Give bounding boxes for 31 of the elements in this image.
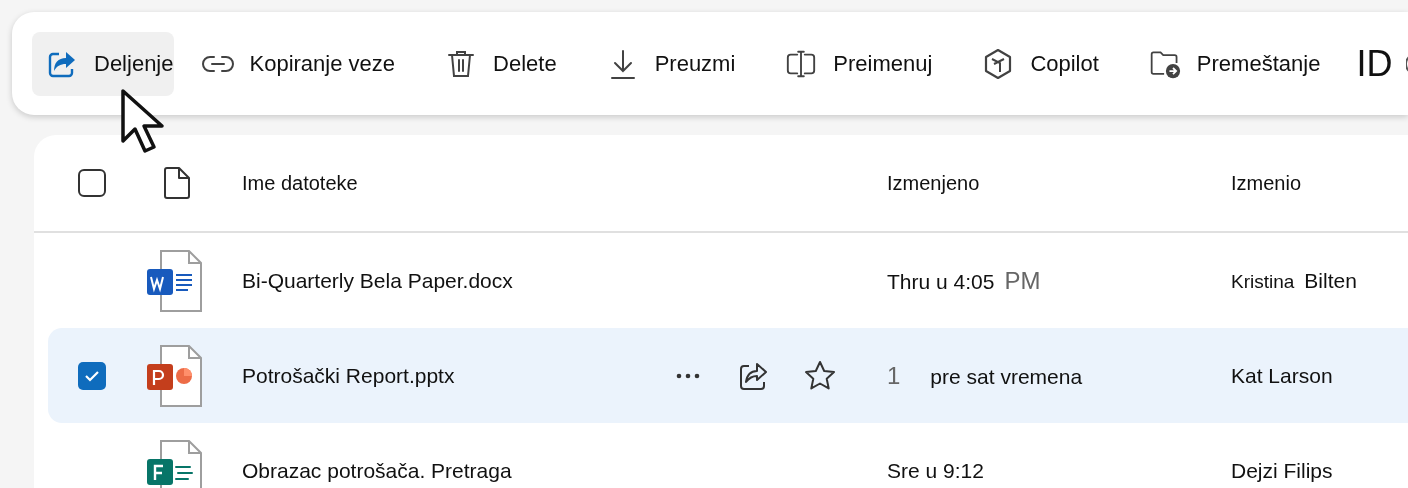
modified-time: PM (1004, 266, 1041, 295)
file-name[interactable]: Obrazac potrošača. Pretraga (242, 458, 512, 483)
file-row[interactable]: Obrazac potrošača. Pretraga Sre u 9:12 Dejzi Filips (34, 423, 1408, 488)
file-row[interactable]: Potrošački Report.pptx 1 pre sat vremena Kat Larson (48, 328, 1408, 423)
file-row[interactable]: Bi-Quarterly Bela Paper.docx Thru u 4:05 PM Kristina Bilten (34, 233, 1408, 328)
toolbar-button[interactable]: Deljenje (32, 31, 174, 96)
column-header[interactable]: Izmenjeno (887, 171, 1231, 195)
toolbar-button[interactable]: Copilot (968, 31, 1099, 96)
modified-by: Kat Larson (1231, 363, 1333, 388)
word-file-icon (145, 248, 203, 313)
powerpoint-file-icon (145, 343, 203, 408)
toolbar-button[interactable]: Delete (431, 31, 557, 96)
file-name[interactable]: Bi-Quarterly Bela Paper.docx (242, 268, 513, 293)
file-name[interactable]: Potrošački Report.pptx (242, 363, 455, 388)
modified-time: 1 (887, 361, 901, 390)
toolbar-button[interactable]: Premeštanje (1134, 31, 1321, 96)
toolbar-label: ID (1356, 42, 1393, 85)
modified-time: pre sat vremena (930, 364, 1083, 389)
modified-by: Bilten (1304, 268, 1357, 293)
toolbar-button[interactable]: Preuzmi (592, 31, 736, 96)
modified-by: Kristina (1231, 270, 1295, 293)
toolbar-button[interactable]: Kopiranje veze (187, 31, 396, 96)
modified-time: Sre u 9:12 (887, 458, 984, 483)
file-icon (163, 167, 191, 199)
select-all-checkbox[interactable] (78, 169, 106, 197)
modified-by: Dejzi Filips (1231, 458, 1333, 483)
toolbar-button[interactable]: Preimenuj (771, 31, 933, 96)
column-header[interactable]: Ime datoteke (242, 171, 358, 195)
row-checkbox[interactable] (78, 361, 106, 390)
modified-time: Thru u 4:05 (887, 269, 995, 294)
column-header[interactable]: Izmenio (1231, 171, 1408, 195)
